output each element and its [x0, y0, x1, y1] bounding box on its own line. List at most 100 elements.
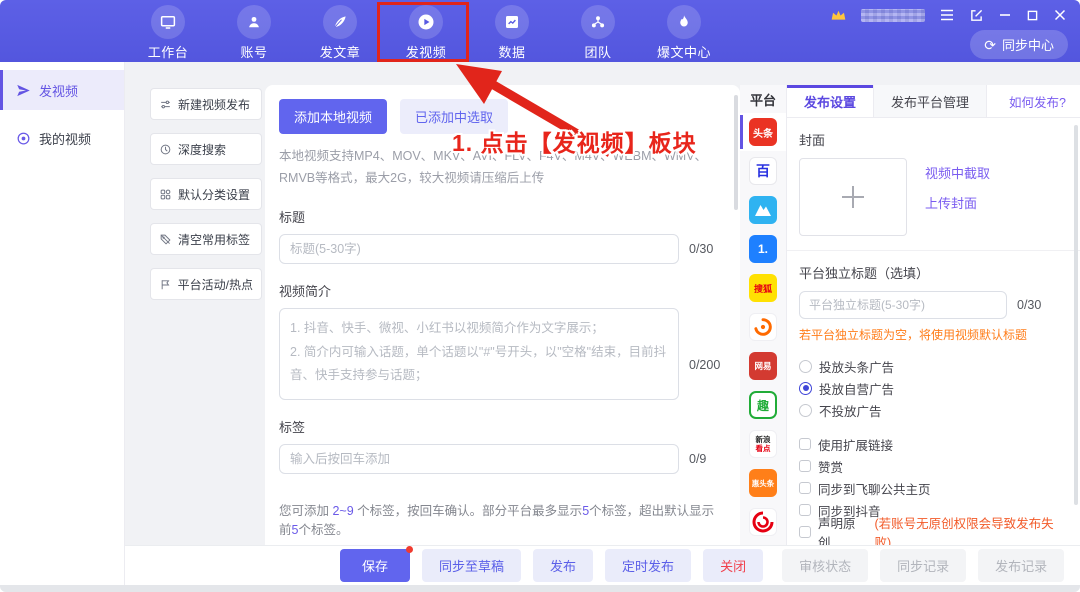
independent-title-note: 若平台独立标题为空，将使用视频默认标题: [799, 326, 1068, 343]
minimize-icon[interactable]: [999, 9, 1011, 21]
nav-item-account[interactable]: 账号: [214, 5, 294, 61]
maximize-icon[interactable]: [1027, 10, 1038, 21]
wangyi-icon: 网易: [749, 352, 777, 380]
nav-item-hot-articles[interactable]: 爆文中心: [644, 5, 724, 61]
action-label: 默认分类设置: [178, 186, 250, 203]
platform-sohu[interactable]: 搜狐: [740, 269, 786, 307]
feather-icon: [323, 5, 357, 39]
default-category-settings-button[interactable]: 默认分类设置: [150, 178, 262, 210]
record-circle-icon: [16, 131, 31, 146]
quick-actions-column: 新建视频发布 深度搜索 默认分类设置 清空常用标签 平台活动/热点: [150, 88, 262, 300]
checkbox-icon: [799, 460, 811, 472]
deep-search-button[interactable]: 深度搜索: [150, 133, 262, 165]
top-bar: 工作台 账号 发文章 发视频: [0, 0, 1080, 62]
nav-label: 发视频: [406, 42, 447, 61]
nav-item-workbench[interactable]: 工作台: [128, 5, 208, 61]
upload-cover-link[interactable]: 上传封面: [925, 193, 990, 212]
nav-item-team[interactable]: 团队: [558, 5, 638, 61]
window-bottom-edge: [0, 585, 1080, 592]
publish-record-button[interactable]: 发布记录: [978, 549, 1064, 582]
checkbox-extended-link[interactable]: 使用扩展链接: [799, 433, 1068, 455]
ad-options-group: 投放头条广告 投放自营广告 不投放广告: [799, 355, 1068, 421]
original-warning-note: (若账号无原创权限会导致发布失败): [874, 513, 1068, 545]
platform-dayu[interactable]: [740, 191, 786, 229]
form-scrollbar[interactable]: [734, 95, 738, 210]
sidebar-item-my-videos[interactable]: 我的视频: [0, 118, 124, 158]
platform-baijiahao[interactable]: 百: [740, 152, 786, 190]
nav-label: 数据: [498, 42, 525, 61]
close-button[interactable]: 关闭: [703, 549, 763, 582]
new-video-publish-button[interactable]: 新建视频发布: [150, 88, 262, 120]
action-label: 清空常用标签: [178, 231, 250, 248]
radio-icon: [799, 360, 812, 373]
nav-item-data[interactable]: 数据: [472, 5, 552, 61]
toutiao-icon: 头条: [749, 118, 777, 146]
tab-platform-management[interactable]: 发布平台管理: [873, 85, 987, 117]
cover-upload-box[interactable]: [799, 158, 907, 236]
titlebar-controls: [831, 7, 1066, 23]
platform-fenghuang[interactable]: [740, 503, 786, 541]
tab-publish-settings[interactable]: 发布设置: [787, 85, 873, 117]
sync-center-button[interactable]: ⟳ 同步中心: [970, 30, 1068, 59]
tags-counter: 0/9: [689, 452, 706, 466]
independent-title-input[interactable]: [799, 291, 1007, 319]
platform-yidianzixun[interactable]: 1.: [740, 230, 786, 268]
title-counter: 0/30: [689, 242, 713, 256]
independent-title-counter: 0/30: [1017, 298, 1041, 312]
description-counter: 0/200: [689, 358, 720, 372]
independent-title-label: 平台独立标题（选填）: [799, 263, 1068, 282]
window-controls: [940, 9, 1066, 22]
sidebar-item-label: 发视频: [39, 81, 78, 100]
platform-huitoutiao[interactable]: 惠头条: [740, 464, 786, 502]
nav-label: 团队: [584, 42, 611, 61]
menu-icon[interactable]: [940, 9, 954, 21]
settings-scrollbar[interactable]: [1074, 125, 1078, 505]
radio-icon-selected: [799, 382, 812, 395]
how-to-publish-link[interactable]: 如何发布?: [1009, 92, 1080, 111]
description-label: 视频简介: [279, 281, 726, 300]
publish-button[interactable]: 发布: [533, 549, 593, 582]
clear-common-tags-button[interactable]: 清空常用标签: [150, 223, 262, 255]
sidebar-item-publish-video[interactable]: 发视频: [0, 70, 124, 110]
platform-strip-header: 平台: [740, 85, 786, 113]
platform-qutoutiao[interactable]: 趣: [740, 386, 786, 424]
close-icon[interactable]: [1054, 9, 1066, 21]
title-input[interactable]: [279, 234, 679, 264]
save-button[interactable]: 保存: [340, 549, 410, 582]
flame-icon: [667, 5, 701, 39]
kuaichuan-icon: [749, 313, 777, 341]
checkbox-appreciation[interactable]: 赞赏: [799, 455, 1068, 477]
capture-from-video-link[interactable]: 视频中截取: [925, 163, 990, 182]
platform-activity-button[interactable]: 平台活动/热点: [150, 268, 262, 300]
platform-xinlang-kandian[interactable]: 新浪看点: [740, 425, 786, 463]
qutoutiao-icon: 趣: [749, 391, 777, 419]
platform-wangyi[interactable]: 网易: [740, 347, 786, 385]
pick-from-added-button[interactable]: 已添加中选取: [400, 99, 508, 134]
platform-toutiao[interactable]: 头条: [740, 113, 786, 151]
checkbox-sync-feiliao[interactable]: 同步到飞聊公共主页: [799, 477, 1068, 499]
play-icon: [409, 5, 443, 39]
chart-icon: [495, 5, 529, 39]
sync-to-draft-button[interactable]: 同步至草稿: [422, 549, 521, 582]
add-local-video-button[interactable]: 添加本地视频: [279, 99, 387, 134]
nav-item-publish-article[interactable]: 发文章: [300, 5, 380, 61]
platform-kuaichuan[interactable]: [740, 308, 786, 346]
nav-item-publish-video[interactable]: 发视频: [386, 5, 466, 61]
radio-self-operated-ads[interactable]: 投放自营广告: [799, 377, 1068, 399]
description-textarea[interactable]: [279, 308, 679, 400]
schedule-publish-button[interactable]: 定时发布: [605, 549, 691, 582]
review-status-button[interactable]: 审核状态: [782, 549, 868, 582]
tags-input[interactable]: [279, 444, 679, 474]
radio-icon: [799, 404, 812, 417]
account-id-redacted: [861, 9, 925, 22]
sync-options-group: 使用扩展链接 赞赏 同步到飞聊公共主页 同步到抖音: [799, 433, 1068, 543]
tags-label: 标签: [279, 417, 726, 436]
baijiahao-icon: 百: [749, 157, 777, 185]
compose-icon[interactable]: [970, 9, 983, 22]
radio-no-ads[interactable]: 不投放广告: [799, 399, 1068, 421]
clock-icon: [159, 143, 172, 156]
title-label: 标题: [279, 207, 726, 226]
radio-toutiao-ads[interactable]: 投放头条广告: [799, 355, 1068, 377]
sync-record-button[interactable]: 同步记录: [880, 549, 966, 582]
checkbox-declare-original[interactable]: 声明原创 (若账号无原创权限会导致发布失败): [799, 521, 1068, 543]
